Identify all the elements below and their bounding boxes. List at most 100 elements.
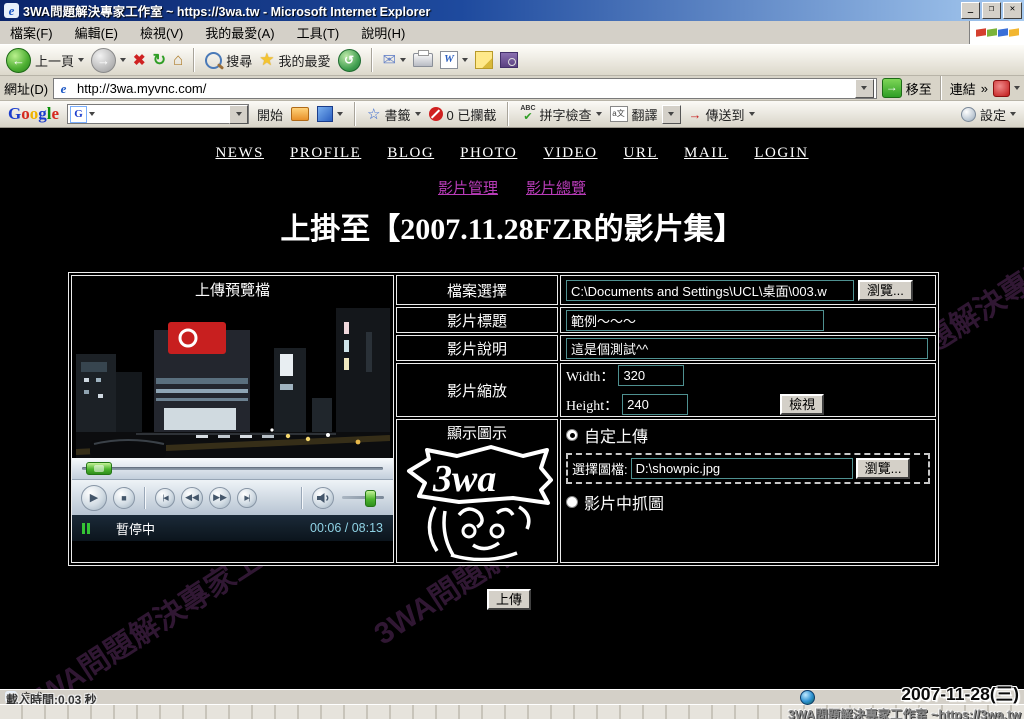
pdf-dropdown-icon[interactable]	[1014, 86, 1020, 90]
settings-dropdown-icon[interactable]	[1010, 112, 1016, 116]
close-button[interactable]: ✕	[1003, 2, 1022, 19]
page-content: 3WA問題解決專家工作室 ~ https://3wa.tw 3WA問題解決專家工…	[0, 128, 1024, 689]
extensions-dropdown-icon[interactable]	[337, 112, 343, 116]
play-button[interactable]: ▶	[81, 485, 107, 511]
nav-profile[interactable]: PROFILE	[290, 145, 361, 161]
settings-button[interactable]: 設定	[961, 105, 1016, 124]
forward-button[interactable]: →	[91, 48, 126, 73]
nav-mail[interactable]: MAIL	[684, 145, 728, 161]
preview-cell: 上傳預覽檔	[71, 275, 394, 563]
nav-url[interactable]: URL	[624, 145, 659, 161]
rewind-button[interactable]: ◀◀	[181, 487, 203, 509]
volume-slider[interactable]	[342, 496, 384, 499]
research-icon[interactable]	[500, 52, 518, 68]
go-icon: →	[882, 78, 902, 98]
google-start-button[interactable]: 開始	[257, 105, 283, 124]
spellcheck-icon: ABC✔	[520, 105, 535, 123]
pick-browse-button[interactable]: 瀏覽...	[856, 458, 911, 479]
go-button[interactable]: → 移至	[882, 78, 932, 98]
adobe-pdf-button[interactable]	[993, 80, 1020, 97]
favorites-button[interactable]: ★ 我的最愛	[259, 50, 330, 70]
radio-selected-icon[interactable]	[566, 429, 578, 441]
restore-button[interactable]: ❐	[982, 2, 1001, 19]
translate-dropdown-button[interactable]	[662, 105, 681, 124]
title-row: 影片標題	[396, 307, 936, 333]
pick-image-input[interactable]	[631, 458, 853, 479]
google-search-box[interactable]: G	[67, 104, 249, 124]
extensions-button[interactable]	[317, 106, 343, 122]
menu-favorites[interactable]: 我的最愛(A)	[205, 23, 274, 42]
radio-custom-upload[interactable]: 自定上傳	[566, 423, 648, 447]
url-dropdown-button[interactable]	[855, 79, 874, 98]
separator	[193, 48, 195, 72]
nav-video[interactable]: VIDEO	[543, 145, 597, 161]
edit-with-word-button[interactable]: W	[440, 51, 468, 69]
print-button[interactable]	[413, 53, 433, 67]
wallet-icon[interactable]	[291, 107, 309, 121]
translate-button[interactable]: a文 翻譯	[610, 105, 681, 124]
video-title-input[interactable]	[566, 310, 824, 331]
sendto-dropdown-icon[interactable]	[749, 112, 755, 116]
seek-thumb[interactable]	[86, 462, 112, 475]
sendto-button[interactable]: → 傳送到	[689, 105, 755, 124]
nav-blog[interactable]: BLOG	[387, 145, 434, 161]
nav-login[interactable]: LOGIN	[754, 145, 808, 161]
refresh-button[interactable]: ↻	[153, 50, 166, 70]
forward-dropdown-icon[interactable]	[120, 58, 126, 62]
mute-button[interactable]	[312, 487, 334, 509]
nav-news[interactable]: NEWS	[215, 145, 264, 161]
volume-thumb[interactable]	[365, 490, 376, 507]
links-label[interactable]: 連結	[950, 79, 976, 98]
previous-button[interactable]: |◀	[155, 488, 175, 508]
separator	[371, 48, 373, 72]
back-dropdown-icon[interactable]	[78, 58, 84, 62]
stop-playback-button[interactable]: ■	[113, 487, 135, 509]
player-status-text: 暫停中	[116, 519, 155, 538]
links-chevron-icon[interactable]: »	[981, 81, 988, 96]
stop-button[interactable]: ✖	[133, 51, 146, 69]
height-input[interactable]	[622, 394, 688, 415]
subnav-overview[interactable]: 影片總覽	[526, 181, 586, 197]
g-dropdown-icon[interactable]	[89, 112, 95, 116]
bookmarks-dropdown-icon[interactable]	[415, 112, 421, 116]
width-input[interactable]	[618, 365, 684, 386]
subnav-manage[interactable]: 影片管理	[438, 181, 498, 197]
ie-icon: e	[4, 3, 19, 18]
menu-file[interactable]: 檔案(F)	[10, 23, 53, 42]
menu-view[interactable]: 檢視(V)	[140, 23, 183, 42]
network-globe-icon	[800, 690, 815, 705]
back-icon: ←	[6, 48, 31, 73]
url-input[interactable]	[75, 80, 851, 97]
view-button[interactable]: 檢視	[780, 394, 824, 415]
next-button[interactable]: ▶|	[237, 488, 257, 508]
back-button[interactable]: ← 上一頁	[6, 48, 84, 73]
bookmarks-button[interactable]: ☆ 書籤	[367, 105, 420, 124]
search-button[interactable]: 搜尋	[205, 51, 252, 70]
history-button[interactable]: ↺	[338, 49, 361, 72]
home-button[interactable]: ⌂	[173, 50, 183, 70]
word-dropdown-icon[interactable]	[462, 58, 468, 62]
radio-unselected-icon[interactable]	[566, 496, 578, 508]
file-path-input[interactable]	[566, 280, 854, 301]
fast-forward-button[interactable]: ▶▶	[209, 487, 231, 509]
menu-tools[interactable]: 工具(T)	[297, 23, 340, 42]
file-browse-button[interactable]: 瀏覽...	[858, 280, 913, 301]
nav-photo[interactable]: PHOTO	[460, 145, 517, 161]
mail-button[interactable]: ✉	[383, 50, 406, 70]
menu-edit[interactable]: 編輯(E)	[75, 23, 118, 42]
file-label: 檔案選擇	[396, 275, 558, 305]
spellcheck-dropdown-icon[interactable]	[596, 112, 602, 116]
pause-icon	[82, 523, 90, 534]
spellcheck-button[interactable]: ABC✔ 拼字檢查	[520, 105, 601, 124]
upload-button[interactable]: 上傳	[487, 589, 531, 610]
video-desc-input[interactable]	[566, 338, 928, 359]
mail-dropdown-icon[interactable]	[400, 58, 406, 62]
radio-capture-frame[interactable]: 影片中抓圖	[566, 490, 664, 514]
gsearch-dropdown-button[interactable]	[229, 105, 248, 124]
seek-bar[interactable]	[72, 458, 393, 480]
menu-help[interactable]: 說明(H)	[361, 23, 405, 42]
file-row: 檔案選擇 瀏覽...	[396, 275, 936, 305]
discuss-note-icon[interactable]	[475, 51, 493, 69]
popup-blocker-button[interactable]: 0 已攔截	[429, 105, 497, 124]
minimize-button[interactable]: _	[961, 2, 980, 19]
